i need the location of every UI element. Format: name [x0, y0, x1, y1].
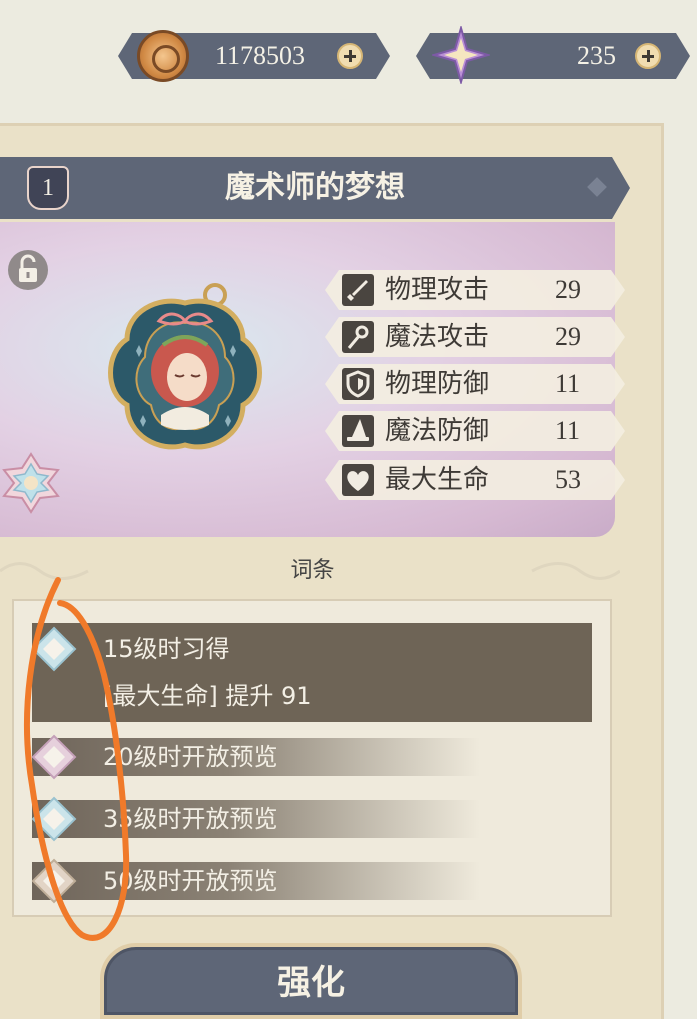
level-badge: 1: [27, 166, 69, 210]
star-gem-icon: [432, 26, 490, 84]
stat-label: 最大生命: [385, 465, 490, 495]
add-coins-button[interactable]: [337, 43, 363, 69]
dream-pendant-emblem: [108, 283, 262, 450]
enhance-button-label[interactable]: 强化: [100, 953, 522, 1013]
gem-amount: 235: [577, 41, 616, 70]
unlock-icon[interactable]: [8, 250, 48, 290]
trait-title: 50级时开放预览: [103, 867, 278, 895]
stat-row-max-hp: 最大生命 53: [325, 460, 625, 500]
coin-icon: [137, 30, 189, 82]
stat-row-physical-defense: 物理防御 11: [325, 364, 625, 404]
diamond-icon: [31, 858, 77, 904]
diamond-icon: [31, 796, 77, 842]
stat-row-magic-attack: 魔法攻击 29: [325, 317, 625, 357]
coin-amount: 1178503: [215, 41, 306, 70]
diamond-icon: [31, 626, 77, 672]
trait-title: 20级时开放预览: [103, 743, 278, 771]
stat-label: 物理防御: [385, 369, 490, 399]
trait-title: 15级时习得: [103, 635, 230, 663]
stat-value: 29: [555, 275, 581, 304]
shield-icon: [342, 368, 374, 400]
stat-label: 魔法防御: [385, 416, 490, 446]
staff-icon: [342, 321, 374, 353]
diamond-icon: [31, 734, 77, 780]
heart-icon: [342, 464, 374, 496]
trait-detail: [最大生命] 提升 91: [103, 682, 312, 710]
sword-icon: [342, 274, 374, 306]
stat-row-magic-defense: 魔法防御 11: [325, 411, 625, 451]
stat-value: 29: [555, 322, 581, 351]
wizard-hat-icon: [342, 415, 374, 447]
stat-label: 物理攻击: [385, 275, 490, 305]
item-name: 魔术师的梦想: [225, 170, 405, 205]
add-gems-button[interactable]: [635, 43, 661, 69]
stat-value: 11: [555, 416, 581, 445]
stat-row-physical-attack: 物理攻击 29: [325, 270, 625, 310]
trait-title: 35级时开放预览: [103, 805, 278, 833]
stat-value: 11: [555, 369, 581, 398]
lotus-badge-icon[interactable]: [0, 452, 62, 514]
stat-value: 53: [555, 465, 581, 494]
right-ornament-icon: [531, 562, 620, 580]
stat-label: 魔法攻击: [385, 322, 490, 352]
